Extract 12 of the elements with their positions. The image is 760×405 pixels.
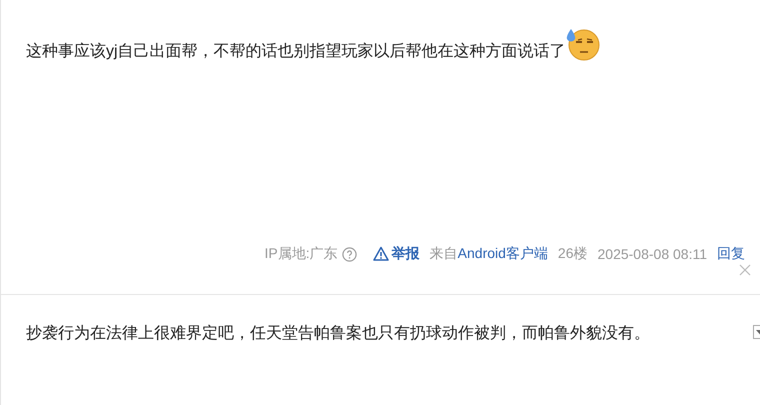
post-text: 抄袭行为在法律上很难界定吧，任天堂告帕鲁案也只有扔球动作被判，而帕鲁外貌没有。 — [26, 323, 650, 344]
post-time: 2025-08-08 08:11 — [598, 246, 707, 262]
report-link[interactable]: 举报 — [372, 245, 420, 263]
help-icon[interactable] — [342, 246, 357, 262]
warning-icon — [372, 246, 389, 262]
ip-location-text: IP属地:广东 — [264, 245, 338, 263]
source-link[interactable]: Android客户端 — [458, 245, 548, 263]
close-icon[interactable] — [739, 264, 751, 276]
source-label: 来自 — [430, 245, 458, 263]
post-text: 这种事应该yj自己出面帮，不帮的话也别指望玩家以后帮他在这种方面说话了 — [26, 42, 566, 62]
floor-number: 26楼 — [558, 245, 588, 263]
reply-link[interactable]: 回复 — [717, 245, 745, 263]
